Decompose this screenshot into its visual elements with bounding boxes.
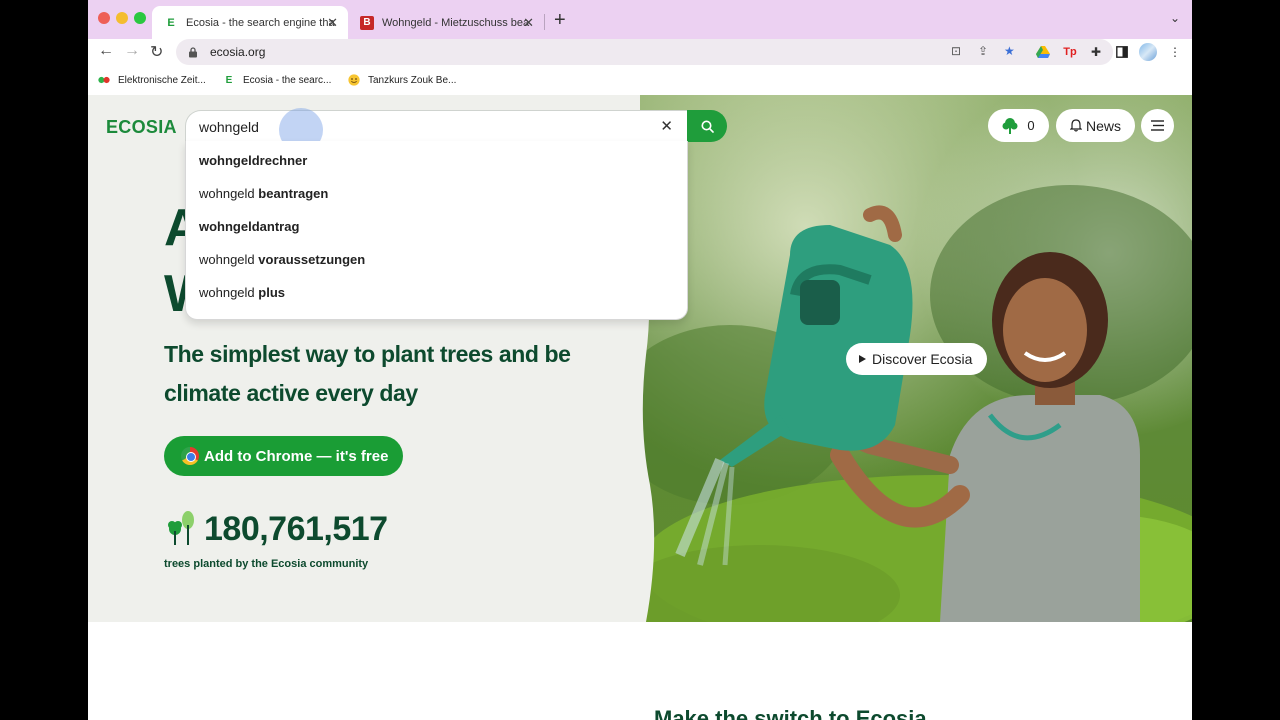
back-arrow-icon[interactable]: ← [98, 42, 114, 60]
search-input[interactable]: wohngeld ✕ [185, 110, 688, 142]
zeit-favicon-icon [98, 74, 110, 86]
bookmark-label: Elektronische Zeit... [118, 74, 206, 86]
search-button[interactable] [687, 110, 727, 142]
tree-count-caption: trees planted by the Ecosia community [164, 558, 369, 570]
tree-count: 180,761,517 [204, 509, 388, 548]
browser-menu-icon[interactable]: ⋮ [1167, 44, 1183, 60]
google-drive-icon[interactable] [1035, 44, 1051, 60]
url-text: ecosia.org [210, 45, 266, 59]
trees-icon [168, 511, 194, 545]
ecosia-favicon-icon: E [167, 16, 175, 29]
play-icon [859, 355, 866, 363]
tab-wohngeld[interactable]: B Wohngeld - Mietzuschuss bea ✕ [348, 6, 544, 39]
close-tab-icon[interactable]: ✕ [523, 15, 534, 31]
side-panel-icon[interactable] [1114, 44, 1130, 60]
clear-search-icon[interactable]: ✕ [660, 117, 673, 135]
bookmark-item[interactable]: E Ecosia - the searc... [223, 74, 332, 86]
hero-tagline: The simplest way to plant trees and be c… [164, 341, 571, 406]
suggestion-item[interactable]: wohngeldrechner [199, 153, 307, 168]
bookmark-item[interactable]: Elektronische Zeit... [98, 74, 206, 86]
bookmark-label: Tanzkurs Zouk Be... [368, 74, 457, 86]
tab-search-chevron-icon[interactable]: ⌄ [1170, 11, 1180, 25]
tree-badge-count: 0 [1027, 118, 1035, 133]
add-to-chrome-button[interactable]: Add to Chrome — it's free [164, 436, 403, 476]
below-fold-heading: Make the switch to Ecosia [654, 706, 927, 720]
install-app-icon[interactable]: ⊡ [951, 44, 961, 58]
suggestion-item[interactable]: wohngeld plus [199, 285, 285, 300]
maximize-window-button[interactable] [134, 12, 146, 24]
bookmark-item[interactable]: Tanzkurs Zouk Be... [348, 74, 456, 86]
bookmark-label: Ecosia - the searc... [243, 74, 332, 86]
tab-ecosia[interactable]: E Ecosia - the search engine tha ✕ [152, 6, 348, 39]
reload-icon[interactable]: ↻ [150, 42, 163, 62]
minimize-window-button[interactable] [116, 12, 128, 24]
close-window-button[interactable] [98, 12, 110, 24]
tab-strip: E Ecosia - the search engine tha ✕ B Woh… [88, 0, 1192, 39]
extensions-puzzle-icon[interactable]: ✚ [1088, 44, 1104, 60]
search-query-text: wohngeld [199, 119, 259, 135]
discover-label: Discover Ecosia [872, 351, 973, 367]
autocomplete-dropdown: wohngeldrechner wohngeld beantragen wohn… [185, 141, 688, 320]
discover-ecosia-button[interactable]: Discover Ecosia [846, 343, 987, 375]
browser-toolbar: ← → ↻ ecosia.org ⊡ ⇪ ★ Tp ✚ ⋮ [88, 39, 1192, 66]
news-button[interactable]: News [1056, 109, 1135, 142]
add-to-chrome-label: Add to Chrome — it's free [204, 447, 389, 465]
close-tab-icon[interactable]: ✕ [327, 15, 338, 31]
share-icon[interactable]: ⇪ [978, 44, 988, 58]
hamburger-icon [1151, 120, 1164, 131]
ecosia-logo[interactable]: ECOSIA [106, 117, 177, 138]
browser-window: E Ecosia - the search engine tha ✕ B Woh… [88, 0, 1192, 720]
profile-avatar[interactable] [1139, 43, 1157, 61]
news-label: News [1085, 117, 1121, 134]
suggestion-item[interactable]: wohngeld voraussetzungen [199, 252, 365, 267]
new-tab-icon[interactable]: + [554, 9, 566, 32]
tab-title: Wohngeld - Mietzuschuss bea [382, 16, 530, 29]
suggestion-item[interactable]: wohngeld beantragen [199, 186, 328, 201]
bell-icon [1069, 119, 1082, 132]
search-icon [701, 120, 714, 133]
bookmarks-bar: Elektronische Zeit... E Ecosia - the sea… [88, 66, 1192, 95]
smiley-favicon-icon [348, 74, 360, 86]
tab-title: Ecosia - the search engine tha [186, 16, 335, 29]
ecosia-favicon-icon: E [225, 74, 233, 86]
tp-extension-icon[interactable]: Tp [1062, 44, 1078, 60]
suggestion-item[interactable]: wohngeldantrag [199, 219, 299, 234]
chrome-icon [181, 447, 199, 465]
lock-icon [189, 46, 197, 57]
tree-icon [1002, 117, 1018, 134]
address-bar[interactable]: ecosia.org [176, 39, 1113, 65]
b-favicon-icon: B [360, 15, 374, 30]
personal-tree-counter[interactable]: 0 [988, 109, 1049, 142]
forward-arrow-icon[interactable]: → [124, 42, 140, 60]
bookmark-star-icon[interactable]: ★ [1004, 44, 1015, 58]
tab-separator [544, 14, 545, 30]
ecosia-page: ECOSIA A W wohngeld ✕ wohngeldrechner wo… [88, 95, 1192, 720]
hamburger-menu-button[interactable] [1141, 109, 1174, 142]
tree-counter: 180,761,517 [166, 509, 388, 549]
